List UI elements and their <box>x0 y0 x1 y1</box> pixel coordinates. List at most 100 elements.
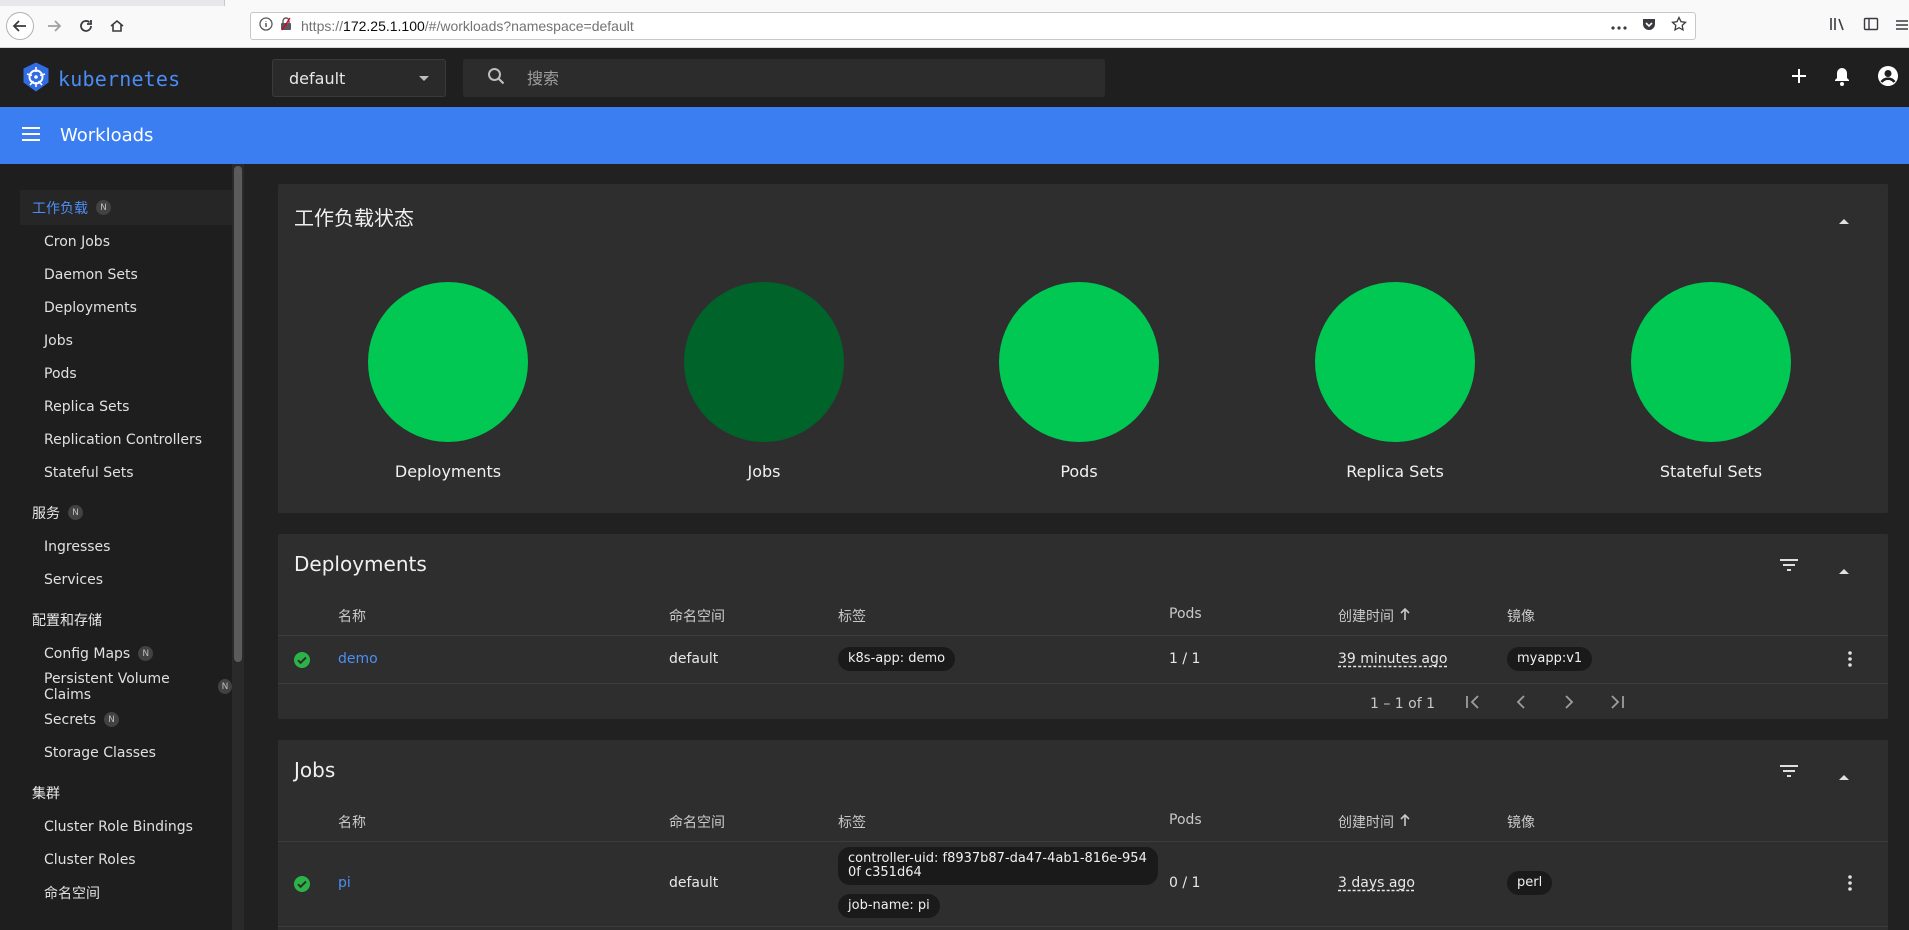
more-vert-icon[interactable] <box>1848 875 1852 895</box>
sidebar-item-label: Cluster Role Bindings <box>44 818 193 835</box>
collapse-icon[interactable] <box>1838 766 1850 785</box>
sidebar-item-label: Daemon Sets <box>44 266 138 283</box>
column-pods: Pods <box>1169 812 1202 828</box>
browser-toolbar: https://172.25.1.100/#/workloads?namespa… <box>0 0 1909 48</box>
column-namespace: 命名空间 <box>669 609 725 625</box>
card-title: Jobs <box>294 758 336 782</box>
filter-icon[interactable] <box>1780 762 1798 781</box>
url-text: https://172.25.1.100/#/workloads?namespa… <box>301 18 634 34</box>
status-pods[interactable]: Pods <box>979 282 1179 481</box>
hamburger-menu-icon[interactable] <box>22 126 40 145</box>
bookmark-star-icon[interactable] <box>1671 15 1687 36</box>
page-title: Workloads <box>60 125 154 146</box>
collapse-icon[interactable] <box>1838 210 1850 229</box>
sidebar-section-services[interactable]: 服务 N <box>20 495 232 530</box>
sidebar-section-cluster[interactable]: 集群 <box>20 775 232 810</box>
column-pods: Pods <box>1169 606 1202 622</box>
success-check-icon <box>294 876 310 896</box>
search-input[interactable] <box>527 68 1087 88</box>
sidebar-item-persistent-volume-claims[interactable]: Persistent Volume Claims N <box>20 670 232 703</box>
table-row: pi default controller-uid: f8937b87-da47… <box>278 842 1888 927</box>
account-icon[interactable] <box>1877 65 1899 91</box>
status-circle <box>368 282 528 442</box>
scrollbar-thumb[interactable] <box>234 166 242 662</box>
label-chip: job-name: pi <box>838 894 940 918</box>
sidebar-item-cluster-role-bindings[interactable]: Cluster Role Bindings <box>20 810 232 843</box>
column-images: 镜像 <box>1507 815 1535 831</box>
collapse-icon[interactable] <box>1838 560 1850 579</box>
column-labels: 标签 <box>838 609 866 625</box>
sidebar-item-storage-classes[interactable]: Storage Classes <box>20 736 232 769</box>
more-vert-icon[interactable] <box>1848 651 1852 671</box>
sort-arrow-up-icon <box>1400 813 1410 830</box>
sidebar-item-jobs[interactable]: Jobs <box>20 324 232 357</box>
sidebar-toggle-icon[interactable] <box>1863 16 1879 36</box>
page-actions-icon[interactable] <box>1611 18 1627 34</box>
url-bar[interactable]: https://172.25.1.100/#/workloads?namespa… <box>250 12 1696 40</box>
status-label: Deployments <box>394 462 502 481</box>
sidebar-item-cluster-roles[interactable]: Cluster Roles <box>20 843 232 876</box>
sidebar-section-label: 配置和存储 <box>32 612 102 629</box>
sidebar-item-replica-sets[interactable]: Replica Sets <box>20 390 232 423</box>
label-chip: k8s-app: demo <box>838 647 956 671</box>
sidebar-item-ingresses[interactable]: Ingresses <box>20 530 232 563</box>
namespaced-badge: N <box>96 200 111 215</box>
sidebar-item-stateful-sets[interactable]: Stateful Sets <box>20 456 232 489</box>
first-page-icon[interactable] <box>1464 693 1482 715</box>
info-icon[interactable] <box>259 17 273 35</box>
notifications-bell-icon[interactable] <box>1833 66 1851 90</box>
sidebar-item-cron-jobs[interactable]: Cron Jobs <box>20 225 232 258</box>
status-jobs[interactable]: Jobs <box>664 282 864 481</box>
pocket-icon[interactable] <box>1641 16 1657 36</box>
job-name-link[interactable]: pi <box>338 875 351 891</box>
forward-icon[interactable] <box>40 12 68 40</box>
table-row: demo default k8s-app: demo 1 / 1 39 minu… <box>278 636 1888 684</box>
last-page-icon[interactable] <box>1608 693 1626 715</box>
sidebar-item-label: Jobs <box>44 332 73 349</box>
sidebar-item-label: Deployments <box>44 299 137 316</box>
create-plus-icon[interactable] <box>1791 68 1807 88</box>
column-name[interactable]: 名称 <box>338 812 366 832</box>
home-icon[interactable] <box>103 12 131 40</box>
namespace-select[interactable]: default <box>272 59 446 97</box>
browser-menu-icon[interactable] <box>1895 17 1909 36</box>
column-created[interactable]: 创建时间 <box>1338 812 1410 832</box>
sidebar-section-workloads[interactable]: 工作负载 N <box>20 190 232 225</box>
prev-page-icon[interactable] <box>1512 693 1530 715</box>
sidebar-item-deployments[interactable]: Deployments <box>20 291 232 324</box>
browser-tab[interactable] <box>224 0 1909 6</box>
reload-icon[interactable] <box>72 12 100 40</box>
sidebar-item-daemon-sets[interactable]: Daemon Sets <box>20 258 232 291</box>
next-page-icon[interactable] <box>1560 693 1578 715</box>
column-name[interactable]: 名称 <box>338 606 366 626</box>
back-icon[interactable] <box>6 12 34 40</box>
sidebar-item-services[interactable]: Services <box>20 563 232 596</box>
column-created-label: 创建时间 <box>1338 815 1394 831</box>
search-bar[interactable] <box>463 59 1105 97</box>
sidebar-item-namespaces[interactable]: 命名空间 <box>20 876 232 909</box>
sidebar-item-config-maps[interactable]: Config Maps N <box>20 637 232 670</box>
status-replica-sets[interactable]: Replica Sets <box>1295 282 1495 481</box>
pods-count: 1 / 1 <box>1169 651 1201 667</box>
kubernetes-logo[interactable]: kubernetes <box>20 61 180 97</box>
status-stateful-sets[interactable]: Stateful Sets <box>1611 282 1811 481</box>
page-toolbar: Workloads <box>0 107 1909 164</box>
status-circle <box>1315 282 1475 442</box>
column-created[interactable]: 创建时间 <box>1338 606 1410 626</box>
namespace-value: default <box>289 68 346 88</box>
deployment-name-link[interactable]: demo <box>338 651 378 667</box>
filter-icon[interactable] <box>1780 556 1798 575</box>
status-circle <box>999 282 1159 442</box>
sidebar-scrollbar[interactable] <box>232 164 244 930</box>
status-label: Jobs <box>747 462 781 481</box>
search-icon <box>487 67 505 89</box>
sidebar-item-replication-controllers[interactable]: Replication Controllers <box>20 423 232 456</box>
sidebar-item-pods[interactable]: Pods <box>20 357 232 390</box>
insecure-lock-icon[interactable] <box>279 17 293 35</box>
library-icon[interactable] <box>1829 16 1847 36</box>
sidebar-item-secrets[interactable]: Secrets N <box>20 703 232 736</box>
sidebar-item-label: Ingresses <box>44 538 111 555</box>
sidebar-section-config-storage[interactable]: 配置和存储 <box>20 602 232 637</box>
status-deployments[interactable]: Deployments <box>348 282 548 481</box>
sidebar-section-label: 集群 <box>32 785 60 802</box>
